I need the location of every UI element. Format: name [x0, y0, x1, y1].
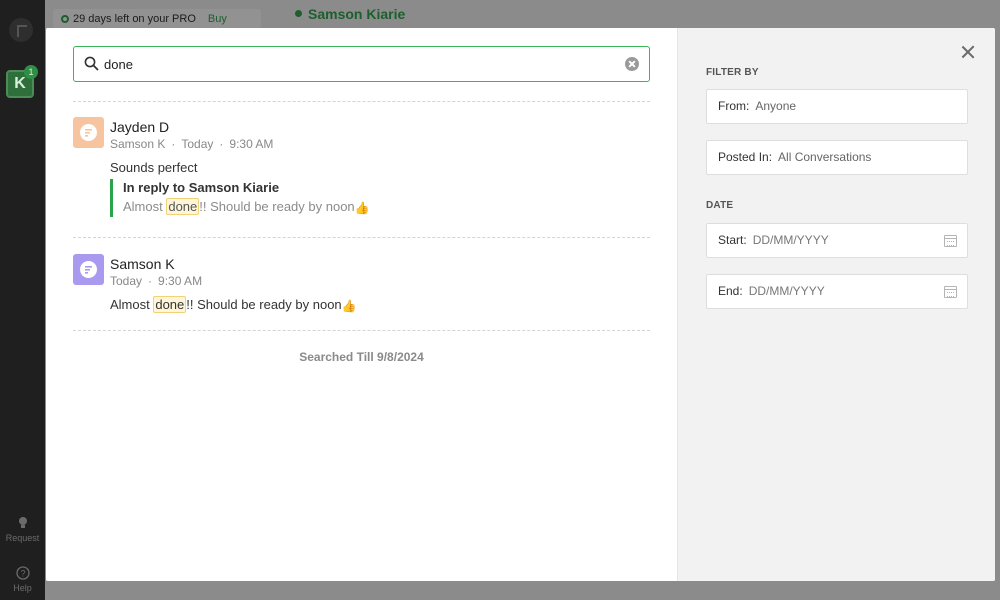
end-label: End: [718, 284, 743, 298]
chat-bubble-icon [80, 261, 97, 278]
start-label: Start: [718, 233, 747, 247]
thumbs-up-icon: 👍 [341, 299, 357, 313]
thumbs-up-icon: 👍 [354, 201, 370, 215]
posted-in-label: Posted In: [718, 150, 773, 164]
divider [73, 330, 650, 331]
buy-link[interactable]: Buy [208, 13, 227, 25]
workspace-badge: 1 [24, 65, 38, 79]
search-icon [84, 56, 99, 71]
result-day: Today [110, 274, 143, 288]
calendar-icon[interactable] [944, 235, 957, 247]
searched-till-label: Searched Till 9/8/2024 [299, 350, 424, 364]
avatar [73, 254, 104, 285]
result-message: Almost done!! Should be ready by noon👍 [110, 296, 357, 313]
pro-banner-text: 29 days left on your PRO [73, 13, 196, 25]
from-value: Anyone [755, 99, 797, 113]
help-button[interactable]: ? Help [0, 566, 45, 593]
start-date-field[interactable]: Start: DD/MM/YYYY [706, 223, 968, 258]
clear-search-icon[interactable] [625, 57, 639, 71]
search-results-panel: Jayden D Samson K·Today·9:30 AM Sounds p… [46, 28, 677, 581]
search-modal: Jayden D Samson K·Today·9:30 AM Sounds p… [46, 28, 995, 581]
filter-panel: FILTER BY From: Anyone Posted In: All Conv… [677, 28, 995, 581]
result-conversation: Samson K [110, 137, 166, 151]
start-placeholder: DD/MM/YYYY [752, 233, 829, 247]
svg-text:?: ? [20, 569, 25, 579]
divider [73, 101, 650, 102]
result-time: 9:30 AM [229, 137, 274, 151]
search-box[interactable] [73, 46, 650, 82]
request-label: Request [5, 533, 40, 543]
search-result[interactable]: Jayden D Samson K · Today · 9:30 AM Sounds p… [73, 117, 650, 217]
from-label: From: [718, 99, 750, 113]
help-icon: ? [15, 566, 30, 580]
help-label: Help [13, 583, 32, 593]
lightbulb-icon [18, 517, 27, 528]
posted-in-filter[interactable]: Posted In: All Conversations [706, 140, 968, 175]
end-date-field[interactable]: End: DD/MM/YYYY [706, 274, 968, 309]
result-message: Sounds perfect [110, 160, 198, 175]
reply-title: In reply to Samson Kiarie [123, 180, 280, 195]
result-author: Samson K [110, 256, 175, 272]
close-icon[interactable] [961, 45, 975, 59]
avatar [73, 117, 104, 148]
date-heading: DATE [706, 200, 734, 211]
reply-quote: In reply to Samson Kiarie Almost done!! … [110, 179, 510, 217]
search-input[interactable] [104, 53, 604, 75]
pro-banner: 29 days left on your PRO Buy [53, 9, 261, 29]
search-match-highlight: done [153, 296, 187, 313]
chat-title: Samson Kiarie [295, 6, 405, 22]
result-author: Jayden D [110, 119, 170, 135]
chat-title-text: Samson Kiarie [308, 6, 406, 22]
app-logo-icon [9, 18, 33, 42]
posted-in-value: All Conversations [778, 150, 872, 164]
result-meta: Samson K · Today · 9:30 AM [110, 137, 274, 151]
filter-by-heading: FILTER BY [706, 67, 759, 78]
chat-bubble-icon [80, 124, 97, 141]
search-match-highlight: done [166, 198, 200, 215]
request-button[interactable]: Request [0, 516, 45, 543]
result-time: 9:30 AM [158, 274, 203, 288]
calendar-icon[interactable] [944, 286, 957, 298]
search-result[interactable]: Samson K Today · 9:30 AM Almost done!! Sho… [73, 254, 650, 324]
reply-text: Almost done!! Should be ready by noon👍 [123, 197, 510, 218]
online-status-icon [295, 10, 302, 17]
end-placeholder: DD/MM/YYYY [748, 284, 825, 298]
from-filter[interactable]: From: Anyone [706, 89, 968, 124]
result-meta: Today · 9:30 AM [110, 274, 203, 288]
app-rail: K 1 Request ? Help [0, 0, 45, 600]
divider [73, 237, 650, 238]
result-day: Today [181, 137, 214, 151]
clock-icon [61, 15, 69, 23]
